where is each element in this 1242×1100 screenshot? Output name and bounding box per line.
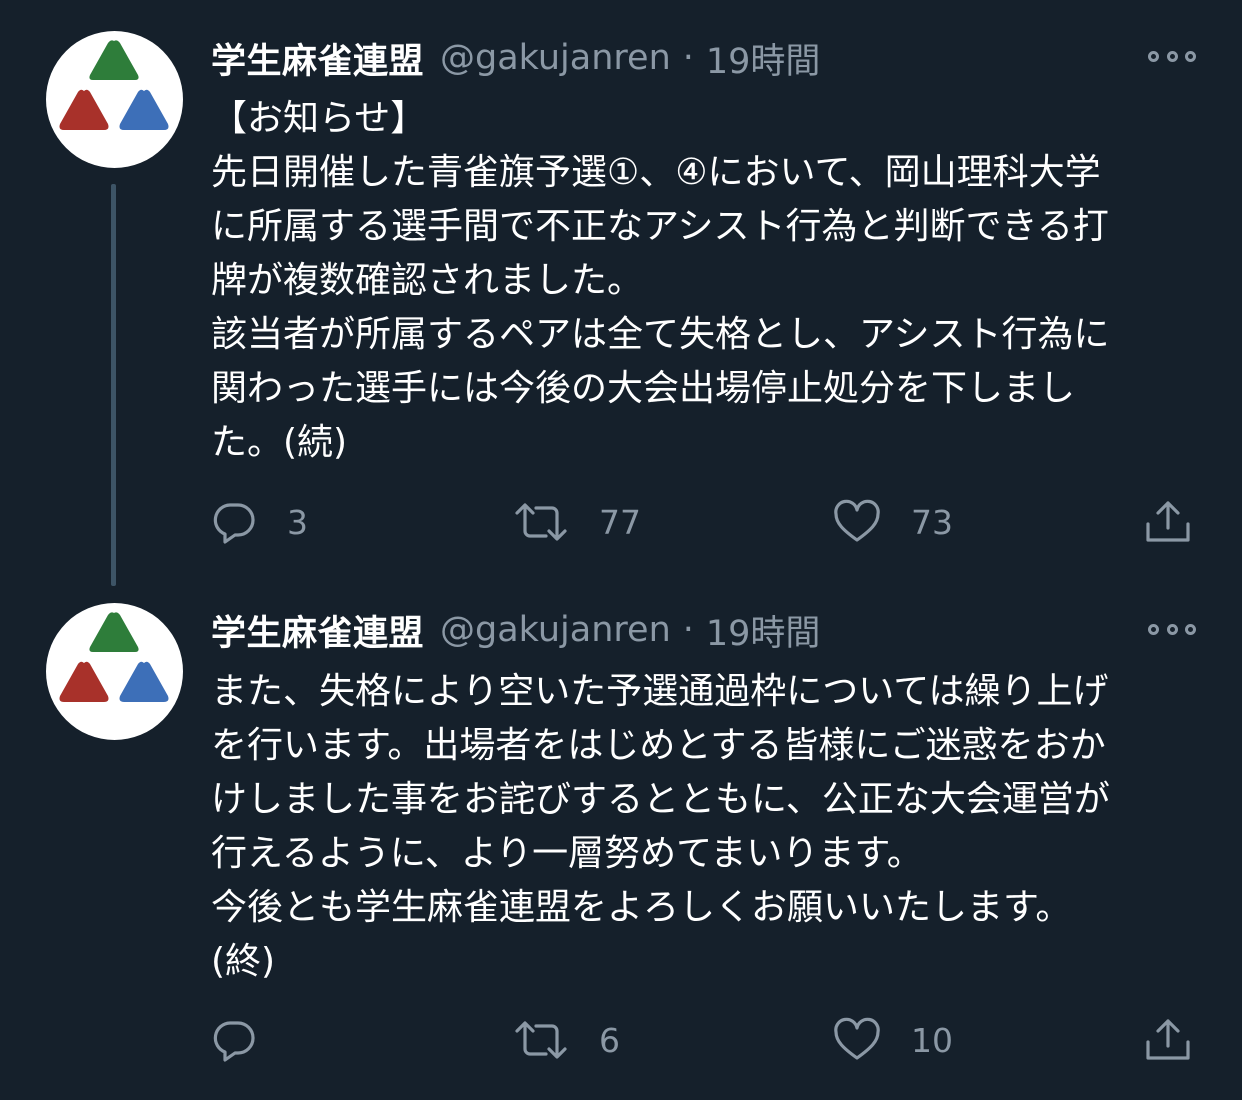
retweet-button[interactable]: 6 xyxy=(513,1015,620,1065)
tweet-text: また、失格により空いた予選通過枠については繰り上げ を行います。出場者をはじめと… xyxy=(211,665,1211,989)
tweet[interactable]: 学生麻雀連盟 @gakujanren · 19時間 【お知らせ】 先日開催した青… xyxy=(0,0,1242,590)
tweet[interactable]: 学生麻雀連盟 @gakujanren · 19時間 また、失格により空いた予選通… xyxy=(0,590,1242,1100)
avatar[interactable] xyxy=(46,603,183,740)
retweet-icon xyxy=(515,1021,567,1059)
tweet-text-line: 関わった選手には今後の大会出場停止処分を下しまし xyxy=(211,368,1076,409)
retweet-count: 6 xyxy=(599,1020,620,1060)
tweet-text-line: 牌が複数確認されました。 xyxy=(211,260,644,301)
more-icon xyxy=(1148,50,1159,62)
tweet-text-line: (終) xyxy=(211,941,276,982)
share-icon xyxy=(1146,1019,1190,1060)
like-button[interactable]: 73 xyxy=(833,497,953,547)
more-options-button[interactable] xyxy=(1148,617,1196,641)
like-button[interactable]: 10 xyxy=(833,1015,953,1065)
tweet-text-line: を行います。出場者をはじめとする皆様にご迷惑をおか xyxy=(211,725,1106,766)
tweet-text-line: 今後とも学生麻雀連盟をよろしくお願いいたします。 xyxy=(211,887,1072,928)
tweet-text-line: また、失格により空いた予選通過枠については繰り上げ xyxy=(211,671,1109,712)
retweet-count: 77 xyxy=(599,502,641,542)
share-button[interactable] xyxy=(1143,1015,1193,1065)
user-handle[interactable]: @gakujanren xyxy=(440,38,671,78)
reply-icon xyxy=(213,1021,255,1062)
display-name[interactable]: 学生麻雀連盟 xyxy=(211,605,424,656)
heart-icon xyxy=(834,1017,880,1060)
more-icon xyxy=(1185,50,1196,62)
tweet-text-line: た。(続) xyxy=(211,422,348,463)
tweet-actions: 6 10 xyxy=(211,1015,1196,1065)
tweet-text-line: けしました事をお詫びするとともに、公正な大会運営が xyxy=(211,779,1110,820)
retweet-icon xyxy=(515,503,567,541)
more-icon xyxy=(1166,50,1178,62)
share-button[interactable] xyxy=(1143,497,1193,547)
separator-dot: · xyxy=(682,610,694,650)
tweet-header: 学生麻雀連盟 @gakujanren · 19時間 xyxy=(211,33,820,83)
share-icon xyxy=(1146,501,1190,542)
tweet-text-line: に所属する選手間で不正なアシスト行為と判断できる打 xyxy=(211,206,1109,247)
tweet-text-line: 行えるように、より一層努めてまいります。 xyxy=(211,833,923,874)
more-icon xyxy=(1166,623,1178,635)
retweet-button[interactable]: 77 xyxy=(513,497,641,547)
timeline: 学生麻雀連盟 @gakujanren · 19時間 【お知らせ】 先日開催した青… xyxy=(0,0,1242,1100)
heart-icon xyxy=(834,499,880,542)
reply-count: 3 xyxy=(287,502,308,542)
timestamp[interactable]: 19時間 xyxy=(706,605,821,656)
reply-icon xyxy=(213,503,255,544)
tweet-text-line: 【お知らせ】 xyxy=(211,98,427,139)
separator-dot: · xyxy=(682,38,694,78)
tweet-header: 学生麻雀連盟 @gakujanren · 19時間 xyxy=(211,605,820,655)
reply-button[interactable] xyxy=(211,1015,287,1065)
gakujanren-logo-icon xyxy=(59,612,169,702)
like-count: 10 xyxy=(911,1020,953,1060)
more-options-button[interactable] xyxy=(1148,44,1196,68)
avatar[interactable] xyxy=(46,31,183,168)
more-icon xyxy=(1148,623,1159,635)
reply-button[interactable]: 3 xyxy=(211,497,308,547)
like-count: 73 xyxy=(911,502,953,542)
tweet-text-line: 先日開催した青雀旗予選①、④において、岡山理科大学 xyxy=(211,152,1101,193)
tweet-actions: 3 77 73 xyxy=(211,497,1196,547)
user-handle[interactable]: @gakujanren xyxy=(440,610,671,650)
gakujanren-logo-icon xyxy=(59,40,169,130)
tweet-text: 【お知らせ】 先日開催した青雀旗予選①、④において、岡山理科大学 に所属する選手… xyxy=(211,92,1211,470)
more-icon xyxy=(1185,623,1196,635)
display-name[interactable]: 学生麻雀連盟 xyxy=(211,33,424,84)
tweet-text-line: 該当者が所属するペアは全て失格とし、アシスト行為に xyxy=(211,314,1110,355)
timestamp[interactable]: 19時間 xyxy=(706,33,821,84)
